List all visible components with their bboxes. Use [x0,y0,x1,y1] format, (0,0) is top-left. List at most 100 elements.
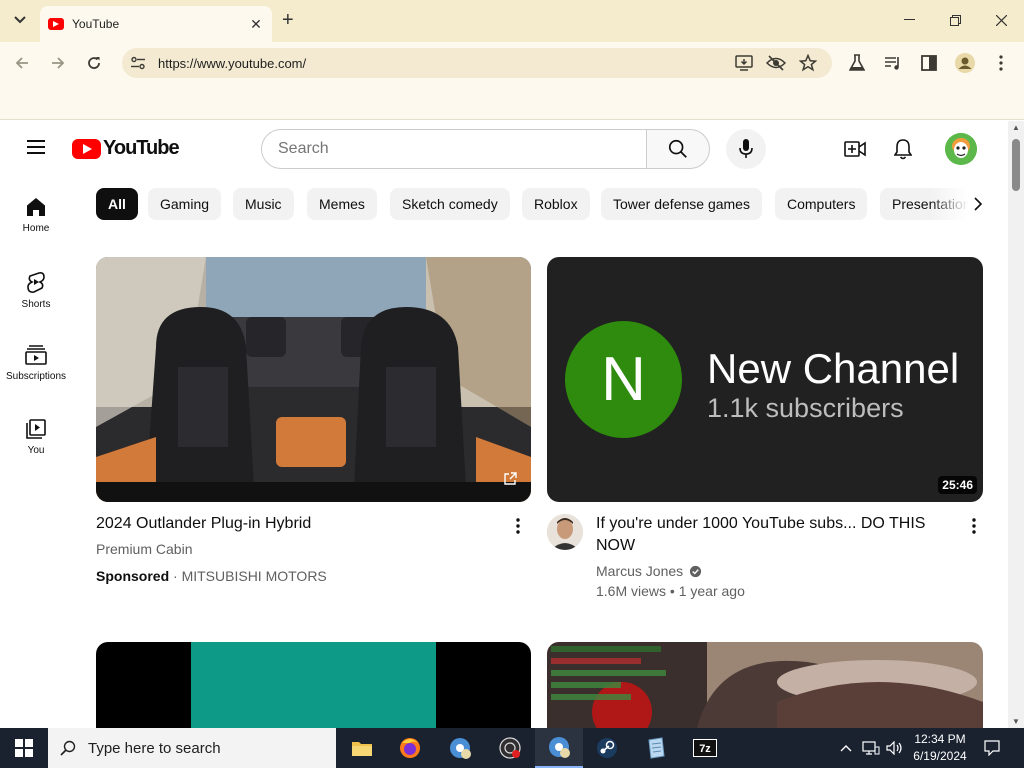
youtube-header: YouTube Search [0,121,1008,177]
sidebar-item-label: Home [22,223,50,234]
minimize-button[interactable] [886,0,932,40]
browser-tabstrip: YouTube ✕ + [0,0,1024,42]
chrome-active-icon[interactable] [535,728,583,768]
chevron-right-icon [974,197,983,211]
chip-all[interactable]: All [96,188,138,220]
profile-icon[interactable] [954,52,976,74]
close-window-button[interactable] [978,0,1024,40]
car-interior-thumbnail [96,257,531,502]
sidebar-item-you[interactable]: You [0,399,72,469]
shorts-icon [27,272,45,293]
back-button[interactable] [10,51,34,75]
notifications-bell-icon[interactable] [891,137,915,161]
firefox-icon[interactable] [386,728,434,768]
advertiser-name[interactable]: MITSUBISHI MOTORS [182,568,327,584]
network-icon[interactable] [860,728,882,768]
video-title[interactable]: If you're under 1000 YouTube subs... DO … [596,513,966,557]
home-icon [27,198,45,216]
sidebar-item-label: Shorts [21,299,51,310]
taskbar-search-icon [60,740,76,756]
video-duration: 25:46 [938,476,977,494]
tab-title: YouTube [72,17,120,31]
windows-taskbar: Type here to search 7z 12:34 PM 6/19/202… [0,728,1024,768]
video-stats: 1.6M views • 1 year ago [596,583,745,599]
chip-tower-defense-games[interactable]: Tower defense games [601,188,762,220]
side-panel-icon[interactable] [918,52,940,74]
video-menu-icon[interactable] [962,514,986,538]
chips-next-button[interactable] [966,192,990,216]
account-avatar[interactable] [945,133,977,165]
voice-search-button[interactable] [726,129,766,169]
channel-avatar[interactable] [547,514,583,550]
labs-flask-icon[interactable] [846,52,868,74]
video-title[interactable]: 2024 Outlander Plug-in Hybrid [96,513,486,535]
close-tab-icon[interactable]: ✕ [248,16,264,33]
you-icon [26,419,46,439]
video-thumbnail-new-channel[interactable]: N New Channel 1.1k subscribers 25:46 [547,257,983,502]
search-button[interactable] [646,129,710,169]
chip-roblox[interactable]: Roblox [522,188,590,220]
external-link-icon[interactable] [503,472,519,488]
steam-icon[interactable] [583,728,631,768]
youtube-favicon-icon [48,18,64,30]
video-thumbnail-game[interactable] [547,642,983,728]
video-title-line-1: If you're under 1000 YouTube subs... DO … [596,515,926,532]
media-controls-icon[interactable] [882,52,904,74]
reload-icon [88,57,100,69]
youtube-logo[interactable]: YouTube [72,137,180,160]
install-app-icon[interactable] [734,53,754,73]
tab-search-button[interactable] [8,8,32,32]
chevron-down-icon [14,16,26,24]
eye-slash-icon[interactable] [766,53,786,73]
7zip-icon[interactable]: 7z [681,728,729,768]
address-bar[interactable]: https://www.youtube.com/ [122,48,832,78]
chip-computers[interactable]: Computers [775,188,868,220]
taskbar-search-input[interactable]: Type here to search [48,728,336,768]
guide-menu-icon[interactable] [24,137,48,161]
search-input[interactable]: Search [261,129,647,169]
file-explorer-icon[interactable] [338,728,386,768]
browser-tab-youtube[interactable]: YouTube ✕ [40,6,272,42]
youtube-play-logo-icon [72,138,101,159]
volume-icon[interactable] [884,728,906,768]
bookmark-star-icon[interactable] [798,53,818,73]
channel-letter: N [601,345,646,414]
restore-button[interactable] [932,0,978,40]
channel-name[interactable]: Marcus Jones [596,561,683,581]
video-menu-icon[interactable] [506,514,530,538]
search-icon [668,139,687,158]
teal-panel [191,642,436,728]
chip-sketch-comedy[interactable]: Sketch comedy [390,188,510,220]
reload-button[interactable] [82,51,106,75]
show-hidden-icons-chevron-icon[interactable] [836,728,856,768]
video-thumbnail-outlander[interactable] [96,257,531,502]
new-tab-button[interactable]: + [282,10,294,30]
chrome-profile-icon[interactable] [436,728,484,768]
start-button[interactable] [0,728,48,768]
chip-memes[interactable]: Memes [307,188,377,220]
clock-date: 6/19/2024 [913,749,967,763]
thumbnail-heading: New Channel [707,345,960,392]
bookmarks-bar [0,84,1024,120]
chip-music[interactable]: Music [233,188,294,220]
obs-studio-icon[interactable] [486,728,534,768]
notifications-center-icon[interactable] [980,728,1004,768]
search-placeholder: Search [278,140,329,157]
taskbar-clock[interactable]: 12:34 PM 6/19/2024 [905,731,975,765]
scroll-down-arrow-icon[interactable]: ▼ [1012,717,1020,726]
scroll-up-arrow-icon[interactable]: ▲ [1012,123,1020,132]
notepad-icon[interactable] [632,728,680,768]
chip-gaming[interactable]: Gaming [148,188,222,220]
page-scrollbar[interactable]: ▲ ▼ [1008,121,1024,728]
scrollbar-thumb[interactable] [1012,139,1020,191]
filter-chips-bar: All Gaming Music Memes Sketch comedy Rob… [96,188,996,220]
browser-menu-icon[interactable] [990,52,1012,74]
site-info-icon[interactable] [128,53,148,73]
video-thumbnail-teal[interactable] [96,642,531,728]
sidebar-item-shorts[interactable]: Shorts [0,251,72,321]
subscriptions-icon [25,345,47,365]
create-video-icon[interactable] [843,137,867,161]
forward-button[interactable] [46,51,70,75]
sidebar-item-home[interactable]: Home [0,177,72,247]
sidebar-item-subscriptions[interactable]: Subscriptions [0,325,72,395]
